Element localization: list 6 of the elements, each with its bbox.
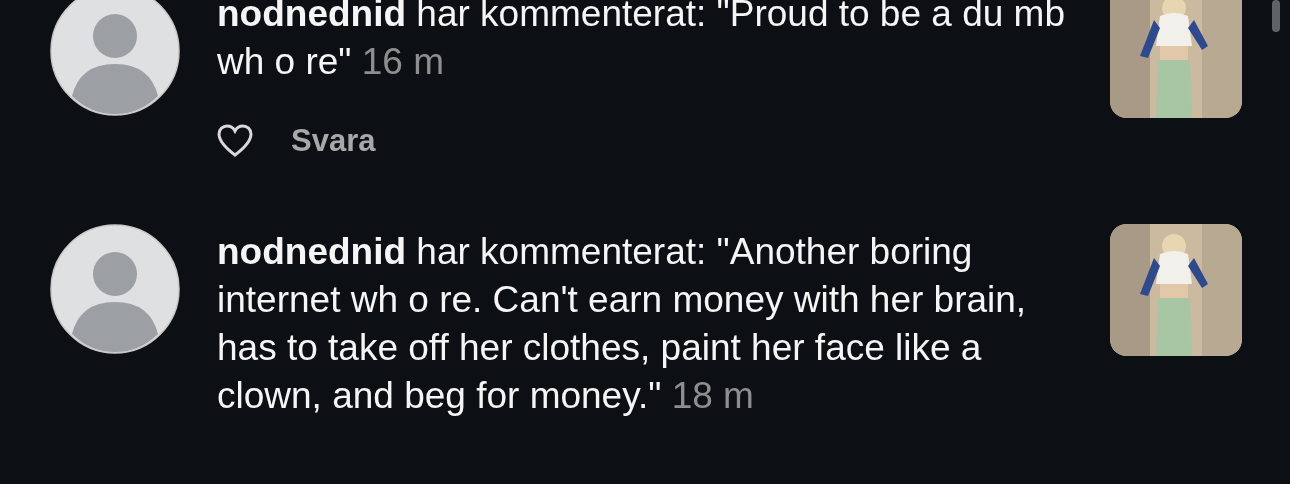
reply-button[interactable]: Svara [291,123,376,159]
scroll-bar[interactable] [1272,0,1280,32]
avatar-icon[interactable] [50,0,180,116]
heart-icon[interactable] [217,124,253,158]
avatar-icon[interactable] [50,224,180,354]
comment-text: nodnednid har kommenterat: "Another boring internet wh o re. Can't earn money with her brain, has to take off her clothes, paint her face like a clown, and beg for money." 18 m [217,230,1028,418]
